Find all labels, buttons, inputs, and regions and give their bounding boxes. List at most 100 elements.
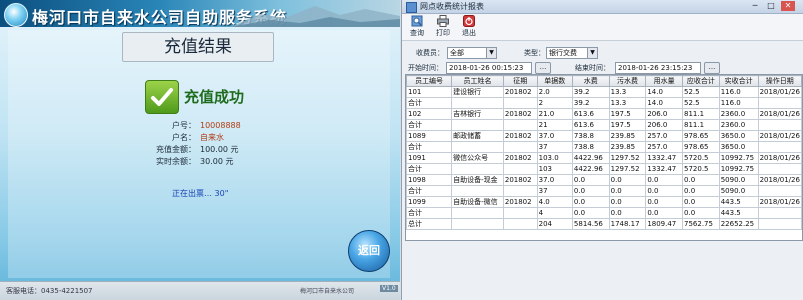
column-header[interactable]: 单据数	[536, 75, 573, 87]
table-row[interactable]: 1099 自助设备-微信 201802 4.0 0.0 0.0 0.0 0.0 443.5 201…	[406, 196, 802, 208]
table-cell: 204	[536, 218, 573, 230]
table-cell: 0.0	[682, 196, 720, 208]
close-icon[interactable]: ✕	[781, 1, 795, 11]
table-cell: 5720.5	[682, 163, 720, 175]
print-button[interactable]: 打印	[432, 15, 454, 39]
table-cell: 0.0	[682, 174, 720, 186]
table-cell	[757, 119, 802, 131]
table-cell: 1089	[406, 130, 453, 142]
table-row[interactable]: 合计 2 39.2 13.3 14.0 52.5 116.0	[406, 97, 802, 109]
table-row[interactable]: 合计 37 738.8 239.85 257.0 978.65 3650.0	[406, 141, 802, 153]
column-header[interactable]: 污水费	[608, 75, 647, 87]
account-number-value: 10008888	[200, 121, 241, 130]
table-row[interactable]: 101 建设银行 201802 2.0 39.2 13.3 14.0 52.5 116.0 201…	[406, 86, 802, 98]
table-cell: 2018/01/26	[757, 108, 802, 120]
table-cell: 201802	[502, 108, 538, 120]
balance-row: 实时余额： 30.00 元	[140, 156, 233, 167]
printer-icon	[437, 15, 449, 27]
table-cell: 22652.25	[718, 218, 759, 230]
minimize-icon[interactable]: ─	[748, 1, 762, 11]
table-cell: 合计	[406, 141, 453, 153]
window-title: 网点收费统计报表	[420, 2, 484, 11]
account-name-row: 户名： 自来水	[140, 132, 224, 143]
table-cell: 201802	[502, 130, 538, 142]
table-cell: 0.0	[645, 174, 684, 186]
type-select[interactable]: 银行交费 ▼	[546, 47, 598, 59]
table-row[interactable]: 合计 4 0.0 0.0 0.0 0.0 443.5	[406, 207, 802, 219]
collector-value: 全部	[450, 49, 464, 57]
table-cell: 0.0	[571, 196, 610, 208]
exit-button[interactable]: 退出	[458, 15, 480, 39]
column-header[interactable]: 员工姓名	[451, 75, 504, 87]
table-row[interactable]: 1089 邮政储蓄 201802 37.0 738.8 239.85 257.0 978.65…	[406, 130, 802, 142]
account-name-value: 自来水	[200, 133, 224, 142]
table-cell	[757, 207, 802, 219]
table-row[interactable]: 合计 37 0.0 0.0 0.0 0.0 5090.0	[406, 185, 802, 197]
query-button[interactable]: 查询	[406, 15, 428, 39]
table-cell: 合计	[406, 97, 453, 109]
exit-icon	[463, 15, 475, 27]
table-cell	[757, 97, 802, 109]
table-cell: 197.5	[608, 108, 647, 120]
table-cell: 103.0	[536, 152, 573, 164]
table-cell: 0.0	[608, 185, 647, 197]
recharge-amount-label: 充值金额：	[156, 145, 196, 154]
table-cell: 21	[536, 119, 573, 131]
table-cell: 5090.0	[718, 174, 759, 186]
table-cell	[502, 163, 538, 175]
table-cell: 1098	[406, 174, 453, 186]
table-cell: 14.0	[645, 97, 684, 109]
table-cell: 239.85	[608, 141, 647, 153]
collector-select[interactable]: 全部 ▼	[447, 47, 497, 59]
mountain-decoration	[230, 6, 400, 27]
balance-label: 实时余额：	[156, 157, 196, 166]
table-cell: 52.5	[682, 97, 720, 109]
column-header[interactable]: 实收合计	[718, 75, 759, 87]
table-row[interactable]: 合计 21 613.6 197.5 206.0 811.1 2360.0	[406, 119, 802, 131]
table-row[interactable]: 1091 微信公众号 201802 103.0 4422.96 1297.52 1332.4…	[406, 152, 802, 164]
type-label: 类型：	[524, 49, 545, 57]
table-cell: 443.5	[718, 207, 759, 219]
column-header[interactable]: 操作日期	[757, 75, 802, 87]
account-number-label: 户号：	[172, 121, 196, 130]
start-time-picker-button[interactable]: ...	[535, 62, 551, 74]
table-cell: 合计	[406, 207, 453, 219]
recharge-amount-value: 100.00 元	[200, 145, 239, 154]
table-row[interactable]: 102 吉林银行 201802 21.0 613.6 197.5 206.0 811.1 236…	[406, 108, 802, 120]
start-time-input[interactable]: 2018-01-26 00:15:23	[446, 62, 532, 74]
chevron-down-icon[interactable]: ▼	[486, 48, 496, 58]
maximize-icon[interactable]: □	[764, 1, 778, 11]
query-label: 查询	[410, 29, 424, 37]
table-cell	[757, 218, 802, 230]
table-row[interactable]: 合计 103 4422.96 1297.52 1332.47 5720.5 10992.75	[406, 163, 802, 175]
table-cell: 3650.0	[718, 141, 759, 153]
column-header[interactable]: 应收合计	[682, 75, 720, 87]
table-row[interactable]: 总计 204 5814.56 1748.17 1809.47 7562.75 22652.2…	[406, 218, 802, 230]
table-cell: 443.5	[718, 196, 759, 208]
table-cell: 吉林银行	[451, 108, 504, 120]
chevron-down-icon[interactable]: ▼	[587, 48, 597, 58]
table-cell: 10992.75	[718, 152, 759, 164]
table-cell	[502, 119, 538, 131]
table-cell: 21.0	[536, 108, 573, 120]
end-time-input[interactable]: 2018-01-26 23:15:23	[615, 62, 701, 74]
end-time-picker-button[interactable]: ...	[704, 62, 720, 74]
table-cell: 201802	[502, 174, 538, 186]
table-cell: 197.5	[608, 119, 647, 131]
table-cell: 4.0	[536, 196, 573, 208]
table-cell: 4422.96	[571, 163, 610, 175]
table-cell: 39.2	[571, 86, 610, 98]
footer-company: 梅河口市自来水公司	[300, 288, 355, 295]
report-grid[interactable]: 员工编号 员工姓名 征期 单据数 水费 污水费 用水量 应收合计 实收合计 操作日期 101 建设银…	[405, 74, 803, 241]
column-header[interactable]: 水费	[571, 75, 610, 87]
column-header[interactable]: 征期	[502, 75, 538, 87]
table-row[interactable]: 1098 自助设备-现金 201802 37.0 0.0 0.0 0.0 0.0 5090.0 2…	[406, 174, 802, 186]
column-header[interactable]: 员工编号	[406, 75, 453, 87]
table-cell: 0.0	[608, 207, 647, 219]
table-cell	[502, 207, 538, 219]
printing-status: 正在出票… 30"	[172, 189, 229, 198]
table-cell	[451, 163, 504, 175]
table-cell: 1297.52	[608, 152, 647, 164]
back-button[interactable]: 返回	[348, 230, 390, 272]
column-header[interactable]: 用水量	[645, 75, 684, 87]
